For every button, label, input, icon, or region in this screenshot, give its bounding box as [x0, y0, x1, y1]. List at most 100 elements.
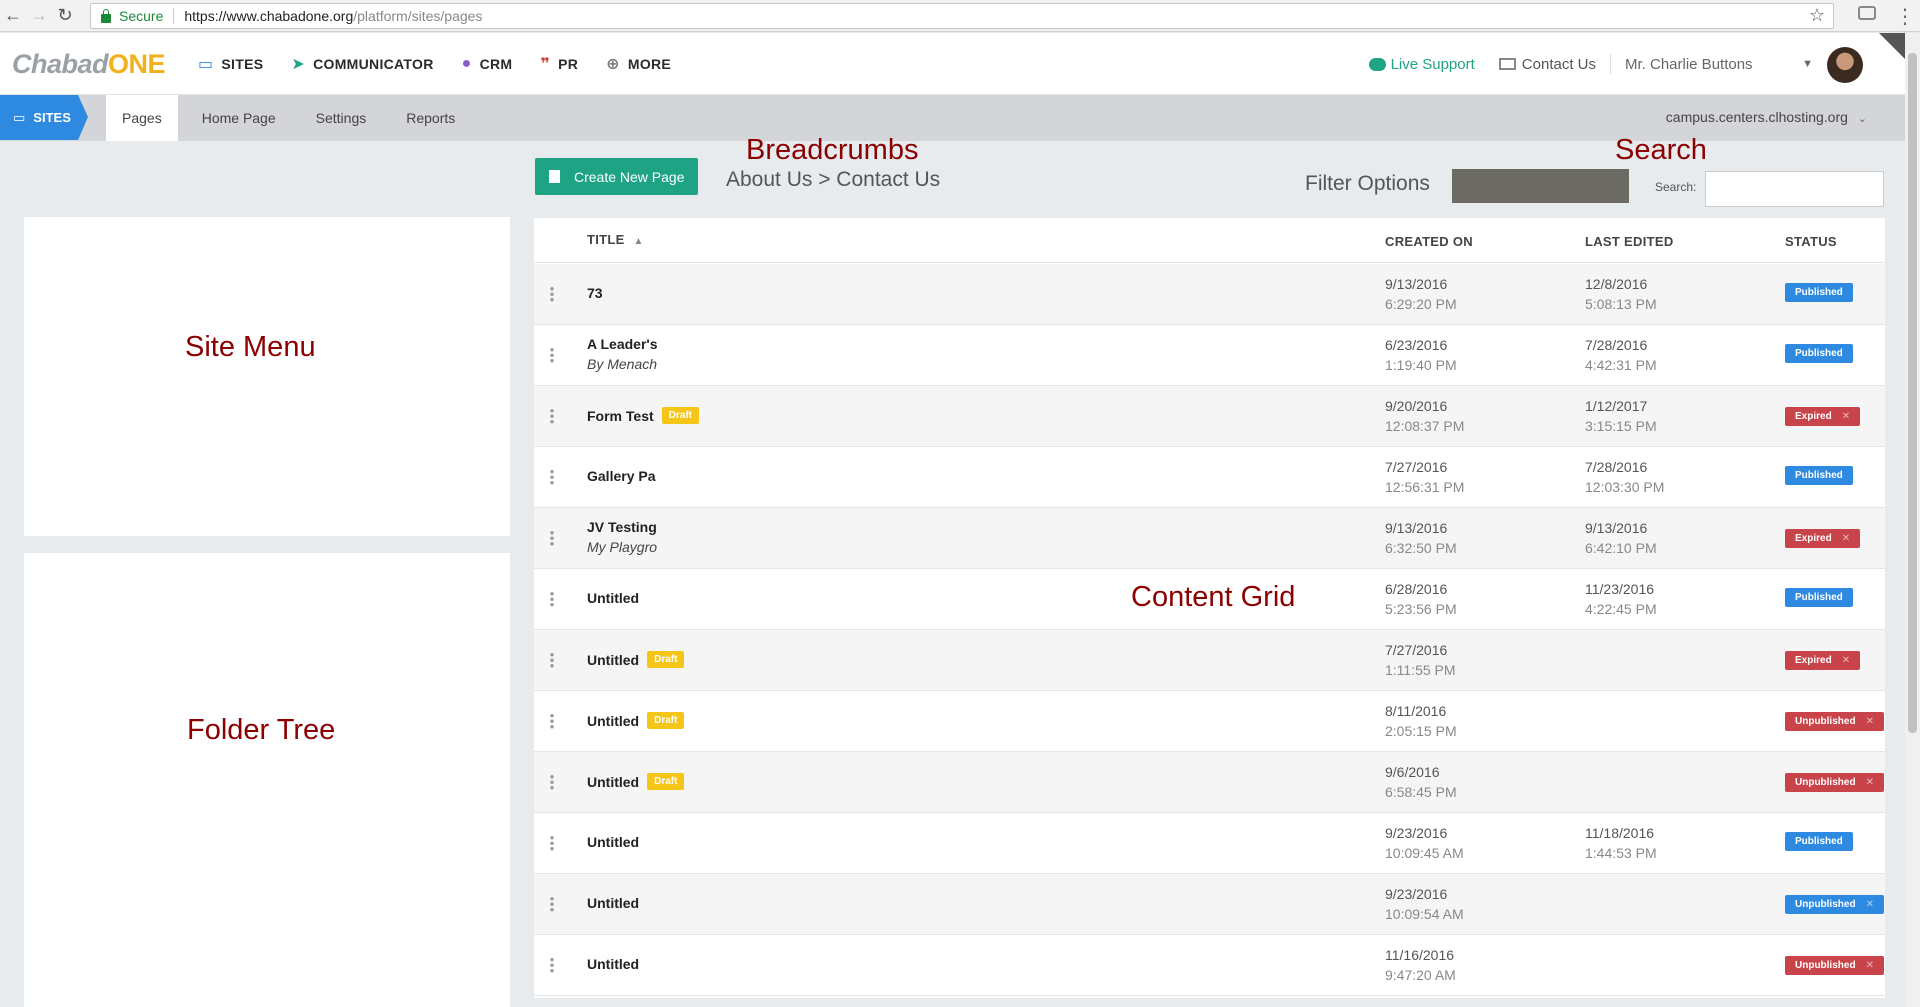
- drag-handle-icon[interactable]: [550, 530, 554, 546]
- corner-ribbon: [1879, 33, 1905, 59]
- drag-handle-icon[interactable]: [550, 408, 554, 424]
- annotation-content-grid: Content Grid: [1131, 581, 1296, 613]
- drag-handle-icon[interactable]: [550, 652, 554, 668]
- close-icon: ✕: [1841, 411, 1851, 422]
- app-header: ChabadONE ▭ SITES ➤ COMMUNICATOR ● CRM ❞…: [0, 33, 1905, 95]
- close-icon: ✕: [1865, 899, 1874, 910]
- tab-home-page[interactable]: Home Page: [186, 95, 292, 140]
- nav-pr[interactable]: ❞ PR: [540, 54, 578, 74]
- bookmark-star-icon[interactable]: ☆: [1809, 5, 1825, 26]
- row-title[interactable]: Untitled Draft: [587, 651, 685, 668]
- row-title[interactable]: Untitled: [587, 895, 639, 911]
- table-row[interactable]: Untitled 9/23/2016 10:09:45 AM 11/18/2016 1:…: [534, 813, 1885, 874]
- table-row[interactable]: Untitled Draft 8/11/2016 2:05:15 PM Unpublis…: [534, 691, 1885, 752]
- nav-sites[interactable]: ▭ SITES: [198, 54, 263, 74]
- table-row[interactable]: Untitled 11/16/2016 9:47:20 AM Unpublished ✕: [534, 935, 1885, 996]
- created-on-cell: 9/13/2016 6:29:20 PM: [1385, 276, 1457, 312]
- camera-icon[interactable]: [1858, 6, 1876, 20]
- created-on-cell: 9/6/2016 6:58:45 PM: [1385, 764, 1457, 800]
- page-scrollbar[interactable]: [1905, 33, 1920, 1007]
- table-row[interactable]: A Leader's By Menach 6/23/2016 1:19:40 PM 7/…: [534, 325, 1885, 386]
- drag-handle-icon[interactable]: [550, 469, 554, 485]
- document-icon: [549, 170, 560, 183]
- drag-handle-icon[interactable]: [550, 835, 554, 851]
- status-badge[interactable]: Published: [1785, 466, 1853, 485]
- status-badge[interactable]: Unpublished ✕: [1785, 773, 1884, 792]
- breadcrumb[interactable]: About Us > Contact Us: [726, 168, 940, 192]
- lock-icon: [101, 8, 111, 23]
- row-title[interactable]: Form Test Draft: [587, 407, 699, 424]
- reload-icon[interactable]: ↻: [52, 5, 78, 26]
- contact-us-link[interactable]: Contact Us: [1498, 56, 1596, 73]
- status-badge[interactable]: Unpublished ✕: [1785, 895, 1884, 914]
- row-title[interactable]: Untitled: [587, 834, 639, 850]
- status-badge[interactable]: Expired ✕: [1785, 407, 1861, 426]
- forward-icon[interactable]: →: [26, 5, 52, 26]
- filter-options-box[interactable]: [1452, 169, 1629, 203]
- status-badge[interactable]: Expired ✕: [1785, 651, 1861, 670]
- nav-more[interactable]: ⊕ MORE: [606, 54, 671, 74]
- table-row[interactable]: Gallery Pa 7/27/2016 12:56:31 PM 7/28/2016 1…: [534, 447, 1885, 508]
- back-icon[interactable]: ←: [0, 5, 26, 26]
- live-support-link[interactable]: Live Support: [1368, 56, 1475, 73]
- site-host-select[interactable]: campus.centers.clhosting.org ⌄: [1666, 109, 1867, 125]
- status-badge[interactable]: Unpublished ✕: [1785, 956, 1884, 975]
- nav-communicator[interactable]: ➤ COMMUNICATOR: [291, 54, 433, 74]
- status-badge[interactable]: Published: [1785, 283, 1853, 302]
- header-right-nav: Live Support Contact Us Mr. Charlie Butt…: [1368, 33, 1813, 95]
- table-row[interactable]: 73 9/13/2016 6:29:20 PM 12/8/2016 5:08:13 PM…: [534, 264, 1885, 325]
- drag-handle-icon[interactable]: [550, 713, 554, 729]
- drag-handle-icon[interactable]: [550, 591, 554, 607]
- chat-bubble-icon: [1368, 57, 1386, 71]
- avatar[interactable]: [1827, 47, 1863, 83]
- drag-handle-icon[interactable]: [550, 347, 554, 363]
- row-title[interactable]: Gallery Pa: [587, 468, 656, 484]
- column-status[interactable]: STATUS: [1785, 234, 1837, 249]
- row-title[interactable]: JV Testing: [587, 519, 657, 535]
- nav-crm[interactable]: ● CRM: [462, 55, 513, 73]
- last-edited-cell: 1/12/2017 3:15:15 PM: [1585, 398, 1657, 434]
- sites-section-tab[interactable]: ▭ SITES: [0, 95, 88, 140]
- drag-handle-icon[interactable]: [550, 286, 554, 302]
- row-title[interactable]: A Leader's: [587, 336, 658, 352]
- column-last-edited[interactable]: LAST EDITED: [1585, 234, 1674, 249]
- column-title[interactable]: TITLE ▲: [587, 232, 644, 247]
- row-title[interactable]: 73: [587, 285, 603, 301]
- table-row[interactable]: Untitled Draft 7/27/2016 1:11:55 PM Expired ✕: [534, 630, 1885, 691]
- create-new-page-button[interactable]: Create New Page: [535, 158, 698, 195]
- close-icon: ✕: [1865, 777, 1874, 788]
- annotation-search: Search: [1615, 134, 1707, 166]
- search-input[interactable]: [1705, 171, 1884, 207]
- status-badge[interactable]: Unpublished ✕: [1785, 712, 1884, 731]
- people-icon: ●: [461, 55, 472, 72]
- browser-toolbar: ← → ↻ Secure https://www.chabadone.org/p…: [0, 0, 1920, 32]
- browser-menu-icon[interactable]: ⋮: [1895, 4, 1915, 29]
- created-on-cell: 6/28/2016 5:23:56 PM: [1385, 581, 1457, 617]
- row-title[interactable]: Untitled: [587, 956, 639, 972]
- tab-pages[interactable]: Pages: [106, 95, 178, 141]
- table-row[interactable]: Untitled 9/23/2016 10:09:54 AM Unpublished ✕: [534, 874, 1885, 935]
- table-row[interactable]: Form Test Draft 9/20/2016 12:08:37 PM 1/12/2…: [534, 386, 1885, 447]
- row-title[interactable]: Untitled: [587, 590, 639, 606]
- drag-handle-icon[interactable]: [550, 896, 554, 912]
- drag-handle-icon[interactable]: [550, 774, 554, 790]
- row-title[interactable]: Untitled Draft: [587, 773, 685, 790]
- status-badge[interactable]: Published: [1785, 344, 1853, 363]
- status-badge[interactable]: Expired ✕: [1785, 529, 1861, 548]
- user-menu[interactable]: Mr. Charlie Buttons ▼: [1625, 56, 1813, 73]
- chabad-one-logo[interactable]: ChabadONE: [12, 49, 166, 80]
- row-title[interactable]: Untitled Draft: [587, 712, 685, 729]
- drag-handle-icon[interactable]: [550, 957, 554, 973]
- scrollbar-thumb[interactable]: [1908, 53, 1917, 733]
- table-row[interactable]: Untitled Draft 9/6/2016 6:58:45 PM Unpublish…: [534, 752, 1885, 813]
- tab-settings[interactable]: Settings: [300, 95, 383, 140]
- chevron-down-icon: ▼: [1802, 58, 1813, 70]
- section-tabs: Pages Home Page Settings Reports: [106, 95, 479, 141]
- last-edited-cell: 7/28/2016 4:42:31 PM: [1585, 337, 1657, 373]
- address-bar[interactable]: Secure https://www.chabadone.org/platfor…: [90, 3, 1834, 29]
- tab-reports[interactable]: Reports: [390, 95, 471, 140]
- table-row[interactable]: JV Testing My Playgro 9/13/2016 6:32:50 PM 9…: [534, 508, 1885, 569]
- status-badge[interactable]: Published: [1785, 588, 1853, 607]
- column-created-on[interactable]: CREATED ON: [1385, 234, 1473, 249]
- status-badge[interactable]: Published: [1785, 832, 1853, 851]
